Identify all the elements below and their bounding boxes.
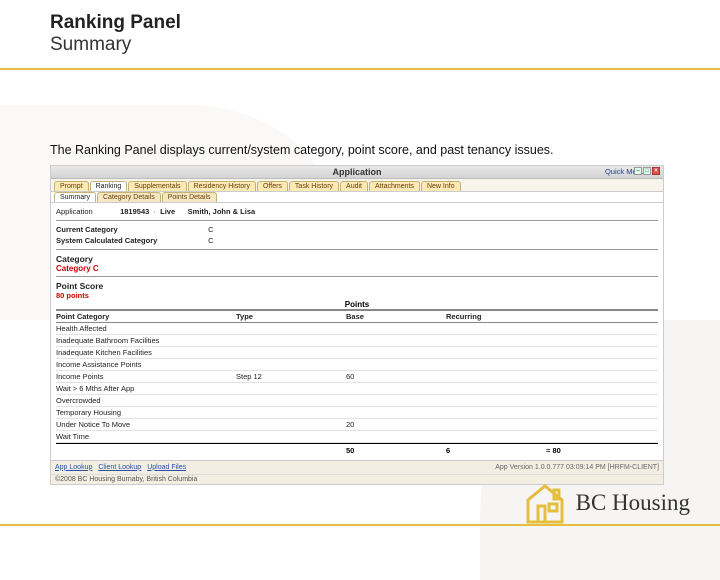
system-category-label: System Calculated Category [56,236,157,245]
current-category-row: Current Category C [56,224,658,235]
applicant-name: Smith, John & Lisa [188,207,256,216]
footer-rule [0,524,720,526]
category-value: Category C [56,264,658,273]
title-line-1: Ranking Panel [50,12,720,34]
footer-version: App Version 1.0.0.777 03:09:14 PM [HRFM-… [495,464,659,471]
system-category-row: System Calculated Category C [56,235,658,246]
grid-col: Base [346,312,446,321]
house-icon [522,482,568,524]
subtab-points-details[interactable]: Points Details [162,192,217,202]
grid-col: Type [236,312,346,321]
footer-link-client[interactable]: Client Lookup [98,464,141,471]
subtab-summary[interactable]: Summary [54,192,96,202]
close-icon[interactable]: × [652,167,660,175]
tab-attachments[interactable]: Attachments [369,181,420,191]
tab-offers[interactable]: Offers [257,181,288,191]
grid-header-row: Point CategoryTypeBaseRecurring [56,310,658,323]
grid-col: Recurring [446,312,546,321]
totals-recurring: 6 [446,446,546,455]
grid-totals-row: 50 6 = 80 [56,443,658,455]
table-row: Income PointsStep 1260 [56,371,658,383]
title-line-2: Summary [50,34,720,56]
points-center-head: Points [56,300,658,310]
category-section-head: Category [56,254,658,264]
panel-body: Application 1819543 · Live Smith, John &… [51,203,663,460]
tab-supplementals[interactable]: Supplementals [128,181,186,191]
tab-task-history[interactable]: Task History [289,181,339,191]
table-row: Overcrowded [56,395,658,407]
table-row: Wait Time [56,431,658,443]
current-category-label: Current Category [56,225,118,234]
slide-title-block: Ranking Panel Summary [0,0,720,56]
grid-body: Health AffectedInadequate Bathroom Facil… [56,323,658,443]
maximize-icon[interactable]: □ [643,167,651,175]
table-row: Under Notice To Move20 [56,419,658,431]
application-label: Application [56,207,118,216]
application-id: 1819543 [120,207,149,216]
tab-prompt[interactable]: Prompt [54,181,89,191]
tab-residency-history[interactable]: Residency History [188,181,256,191]
app-footer: App Lookup Client Lookup Upload Files Ap… [51,460,663,474]
points-total-subhead: 80 points [56,291,658,300]
current-category-value: C [208,225,213,234]
tab-ranking[interactable]: Ranking [90,181,128,191]
window-controls: – □ × [634,167,660,175]
table-row: Inadequate Bathroom Facilities [56,335,658,347]
minimize-icon[interactable]: – [634,167,642,175]
application-row: Application 1819543 · Live Smith, John &… [56,206,658,217]
sub-tabs: SummaryCategory DetailsPoints Details [51,192,663,203]
tab-audit[interactable]: Audit [340,181,368,191]
footer-link-lookup[interactable]: App Lookup [55,464,92,471]
table-row: Wait > 6 Mths After App [56,383,658,395]
table-row: Inadequate Kitchen Facilities [56,347,658,359]
totals-base: 50 [346,446,446,455]
window-title: Application [333,167,382,177]
main-tabs: PromptRankingSupplementalsResidency Hist… [51,179,663,192]
window-titlebar: Application Quick Menu – □ × [51,166,663,179]
table-row: Income Assistance Points [56,359,658,371]
totals-equals: = 80 [546,446,658,455]
brand-logo: BC Housing [522,482,690,524]
tab-new-info[interactable]: New Info [421,181,461,191]
table-row: Temporary Housing [56,407,658,419]
application-status: Live [160,207,175,216]
grid-col: Point Category [56,312,236,321]
point-score-head: Point Score [56,281,658,291]
slide-description: The Ranking Panel displays current/syste… [0,56,720,159]
footer-link-upload[interactable]: Upload Files [147,464,186,471]
grid-col [546,312,658,321]
application-window: Application Quick Menu – □ × PromptRanki… [50,165,664,485]
system-category-value: C [208,236,213,245]
subtab-category-details[interactable]: Category Details [97,192,161,202]
table-row: Health Affected [56,323,658,335]
brand-text: BC Housing [576,490,690,516]
